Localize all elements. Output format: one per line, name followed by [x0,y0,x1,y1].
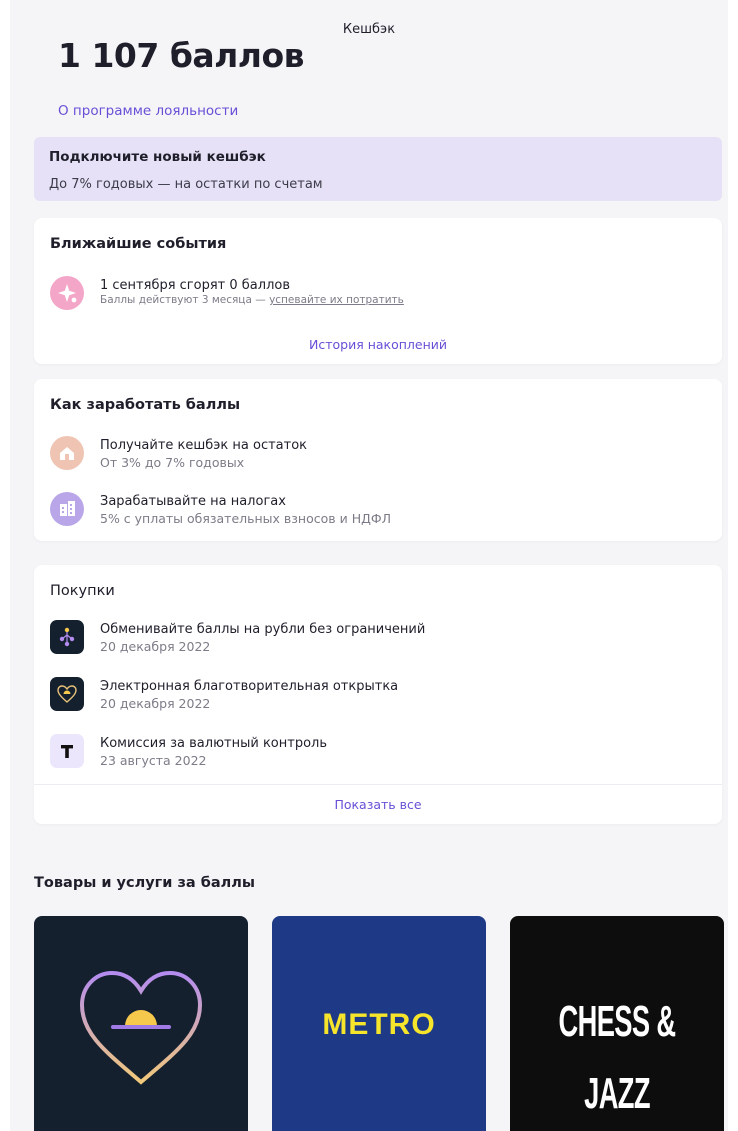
cashback-page: Кешбэк 1 107 баллов О программе лояльнос… [0,0,738,1131]
t-logo-icon [50,734,84,768]
show-all-link[interactable]: Показать все [34,797,722,812]
event-subtitle-text: Баллы действуют 3 месяца — [100,294,270,306]
exchange-icon [50,620,84,654]
promo-title: Подключите новый кешбэк [49,149,266,165]
earn-item-subtitle: 5% с уплаты обязательных взносов и НДФЛ [100,511,392,526]
earn-item-taxes[interactable]: Зарабатывайте на налогах 5% с уплаты обя… [50,492,710,532]
promo-subtitle: До 7% годовых — на остатки по счетам [49,177,323,192]
charity-heart-icon [79,970,203,1085]
goods-section-title: Товары и услуги за баллы [34,875,255,891]
event-title: 1 сентября сгорят 0 баллов [100,278,290,293]
loyalty-program-link[interactable]: О программе лояльности [58,103,238,119]
house-icon [50,436,84,470]
sparkle-icon [50,276,84,310]
points-balance: 1 107 баллов [58,36,305,75]
earn-card: Как заработать баллы Получайте кешбэк на… [34,379,722,541]
event-item[interactable]: 1 сентября сгорят 0 баллов Баллы действу… [50,276,710,316]
purchase-item[interactable]: Комиссия за валютный контроль 23 августа… [50,734,710,774]
purchases-card: Покупки Обменивайте баллы на рубли без о… [34,565,722,824]
promo-banner[interactable]: Подключите новый кешбэк До 7% годовых — … [34,137,722,201]
purchase-title: Комиссия за валютный контроль [100,736,327,751]
earn-title: Как заработать баллы [50,397,241,413]
purchase-item[interactable]: Электронная благотворительная открытка 2… [50,677,710,717]
page-title: Кешбэк [342,22,396,37]
purchase-title: Электронная благотворительная открытка [100,679,399,694]
spend-points-link[interactable]: успевайте их потратить [269,294,404,306]
earn-item-cashback[interactable]: Получайте кешбэк на остаток От 3% до 7% … [50,436,710,476]
purchase-date: 20 декабря 2022 [100,696,211,711]
building-icon [50,492,84,526]
history-link[interactable]: История накоплений [34,337,722,352]
earn-item-title: Зарабатывайте на налогах [100,494,286,509]
goods-tile-chess-jazz[interactable]: CHESS & JAZZ [510,916,724,1131]
earn-item-subtitle: От 3% до 7% годовых [100,455,245,470]
purchase-date: 23 августа 2022 [100,753,207,768]
purchase-item[interactable]: Обменивайте баллы на рубли без ограничен… [50,620,710,660]
event-subtitle: Баллы действуют 3 месяца — успевайте их … [100,294,404,306]
heart-card-icon [50,677,84,711]
chess-jazz-logo: CHESS & JAZZ [558,997,677,1118]
divider [34,784,722,785]
metro-logo: METRO [322,1008,436,1041]
purchase-date: 20 декабря 2022 [100,639,211,654]
goods-tile-metro[interactable]: METRO [272,916,486,1131]
events-title: Ближайшие события [50,236,227,252]
earn-item-title: Получайте кешбэк на остаток [100,438,308,453]
events-card: Ближайшие события 1 сентября сгорят 0 ба… [34,218,722,364]
purchases-title: Покупки [50,583,115,599]
goods-tile-charity[interactable] [34,916,248,1131]
purchase-title: Обменивайте баллы на рубли без ограничен… [100,622,426,637]
